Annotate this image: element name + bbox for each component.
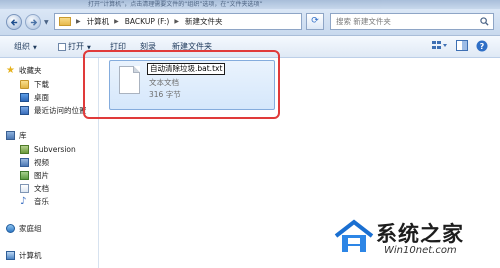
preview-pane-button[interactable] xyxy=(456,40,468,53)
sidebar-label: 收藏夹 xyxy=(19,66,42,75)
help-icon: ? xyxy=(476,40,488,52)
address-bar[interactable]: ▶ 计算机 ▶ BACKUP (F:) ▶ 新建文件夹 xyxy=(54,13,302,30)
organize-label: 组织 xyxy=(14,42,30,51)
sidebar-item-pictures[interactable]: 图片 xyxy=(0,170,98,182)
homegroup-icon xyxy=(6,224,15,233)
view-grid-icon xyxy=(432,41,447,49)
library-icon xyxy=(6,131,15,140)
watermark-url: Win10net.com xyxy=(384,245,457,256)
music-note-icon: ♪ xyxy=(20,196,27,207)
refresh-button[interactable]: ⟳ xyxy=(306,13,324,30)
caption-strip: 打开“计算机”，点击清理需要文件的“组织”选项，在“文件夹选项” xyxy=(0,0,500,9)
pictures-icon xyxy=(20,171,29,180)
forward-button[interactable] xyxy=(25,14,41,30)
house-logo-icon xyxy=(334,219,374,252)
watermark-brand: 系统之家 xyxy=(376,222,464,246)
sidebar-label: 库 xyxy=(19,131,27,140)
help-button[interactable]: ? xyxy=(476,40,488,54)
sidebar-item-videos[interactable]: 视频 xyxy=(0,157,98,169)
recent-pages-dropdown[interactable]: ▼ xyxy=(44,19,49,26)
sidebar-label: 文档 xyxy=(34,184,49,193)
sidebar-label: Subversion xyxy=(34,145,76,154)
search-icon xyxy=(480,17,489,26)
refresh-icon: ⟳ xyxy=(311,16,319,26)
sidebar-item-subversion[interactable]: Subversion xyxy=(0,144,98,156)
open-label: 打开 xyxy=(68,42,84,51)
annotation-highlight-box xyxy=(83,50,280,119)
folder-icon xyxy=(59,17,71,26)
star-icon: ★ xyxy=(6,65,15,76)
sidebar-item-libraries[interactable]: 库 xyxy=(0,130,98,142)
chevron-down-icon: ▼ xyxy=(33,45,37,51)
sidebar-label: 计算机 xyxy=(19,251,42,260)
recent-places-icon xyxy=(20,106,29,115)
search-placeholder: 搜索 新建文件夹 xyxy=(336,17,391,26)
downloads-folder-icon xyxy=(20,80,29,89)
sidebar-label: 桌面 xyxy=(34,93,49,102)
sidebar-item-homegroup[interactable]: 家庭组 xyxy=(0,223,98,235)
videos-icon xyxy=(20,158,29,167)
sidebar-label: 家庭组 xyxy=(19,224,42,233)
computer-icon xyxy=(6,251,15,260)
chevron-right-icon[interactable]: ▶ xyxy=(174,18,179,25)
sidebar-label: 视频 xyxy=(34,158,49,167)
chevron-right-icon[interactable]: ▶ xyxy=(76,18,81,25)
view-options-button[interactable] xyxy=(432,40,448,53)
sidebar-label: 图片 xyxy=(34,171,49,180)
open-file-icon xyxy=(58,42,66,51)
search-input[interactable]: 搜索 新建文件夹 xyxy=(330,13,494,30)
svg-text:?: ? xyxy=(480,42,485,51)
address-row: ▼ ▶ 计算机 ▶ BACKUP (F:) ▶ 新建文件夹 ⟳ 搜索 新建文件夹 xyxy=(0,9,500,36)
organize-button[interactable]: 组织 ▼ xyxy=(14,41,37,52)
documents-icon xyxy=(20,184,29,193)
sidebar-item-documents[interactable]: 文档 xyxy=(0,183,98,195)
desktop-icon xyxy=(20,93,29,102)
arrow-right-icon xyxy=(30,19,38,26)
arrow-left-icon xyxy=(10,19,18,26)
breadcrumb-folder[interactable]: 新建文件夹 xyxy=(185,16,223,27)
subversion-icon xyxy=(20,145,29,154)
sidebar-label: 最近访问的位置 xyxy=(34,106,87,115)
sidebar-item-music[interactable]: ♪ 音乐 xyxy=(0,196,98,208)
sidebar-label: 下载 xyxy=(34,80,49,89)
breadcrumb-drive[interactable]: BACKUP (F:) xyxy=(125,17,170,26)
preview-pane-icon xyxy=(456,40,468,51)
chevron-right-icon[interactable]: ▶ xyxy=(114,18,119,25)
back-button[interactable] xyxy=(6,14,22,30)
sidebar-label: 音乐 xyxy=(34,197,49,206)
breadcrumb-computer[interactable]: 计算机 xyxy=(87,16,110,27)
sidebar-item-computer[interactable]: 计算机 xyxy=(0,250,98,262)
